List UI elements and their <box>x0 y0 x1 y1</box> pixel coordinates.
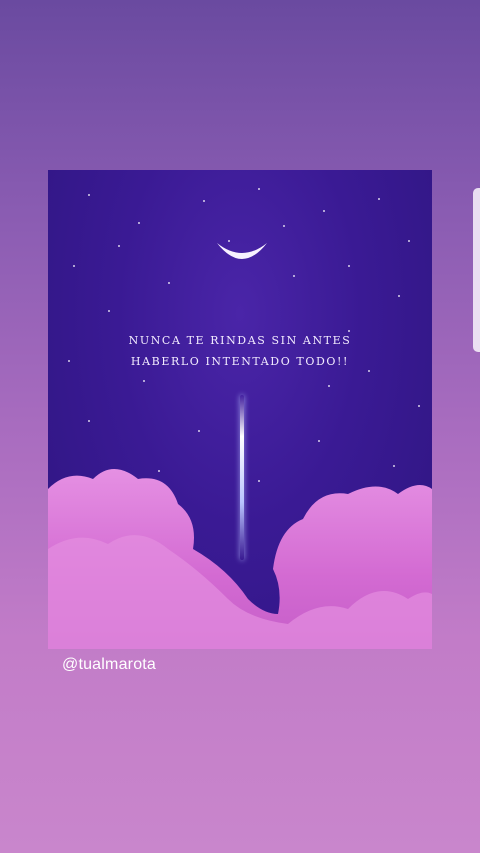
star <box>418 405 420 407</box>
scroll-handle[interactable] <box>473 188 480 352</box>
star <box>318 440 320 442</box>
star <box>88 194 90 196</box>
star <box>348 265 350 267</box>
star <box>378 198 380 200</box>
star <box>108 310 110 312</box>
star <box>283 225 285 227</box>
quote-text: NUNCA TE RINDAS SIN ANTES HABERLO INTENT… <box>48 330 432 372</box>
star <box>198 430 200 432</box>
star <box>118 245 120 247</box>
star <box>203 200 205 202</box>
star <box>408 240 410 242</box>
quote-line-1: NUNCA TE RINDAS SIN ANTES <box>128 334 352 347</box>
star <box>73 265 75 267</box>
star <box>258 188 260 190</box>
star <box>323 210 325 212</box>
star <box>138 222 140 224</box>
star <box>293 275 295 277</box>
author-handle[interactable]: @tualmarota <box>62 656 156 674</box>
post-image[interactable]: NUNCA TE RINDAS SIN ANTES HABERLO INTENT… <box>48 170 432 649</box>
moon-icon <box>217 243 267 259</box>
star <box>143 380 145 382</box>
pink-clouds <box>48 469 432 649</box>
quote-line-2: HABERLO INTENTADO TODO!! <box>130 355 350 368</box>
star <box>168 282 170 284</box>
star <box>328 385 330 387</box>
star <box>88 420 90 422</box>
star <box>398 295 400 297</box>
